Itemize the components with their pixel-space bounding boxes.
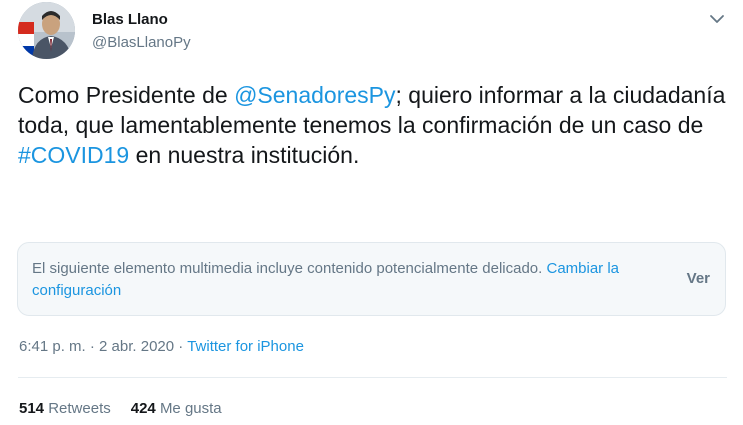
tweet-text: Como Presidente de @SenadoresPy; quiero … <box>18 80 733 170</box>
tweet-time[interactable]: 6:41 p. m. <box>19 338 86 355</box>
avatar[interactable] <box>18 2 75 59</box>
likes-count: 424 <box>130 400 156 417</box>
author-handle[interactable]: @BlasLlanoPy <box>92 34 191 51</box>
tweet-header: Blas Llano @BlasLlanoPy <box>18 2 738 60</box>
sensitive-media-notice: El siguiente elemento multimedia incluye… <box>17 242 726 316</box>
hashtag-link[interactable]: #COVID19 <box>18 142 129 168</box>
sensitive-notice-text: El siguiente elemento multimedia incluye… <box>32 258 632 302</box>
meta-separator: · <box>178 338 184 355</box>
likes-stat[interactable]: 424 Me gusta <box>131 400 222 417</box>
tweet-text-part: en nuestra institución. <box>129 142 360 168</box>
chevron-down-icon[interactable] <box>706 8 728 30</box>
divider <box>18 377 727 378</box>
tweet-text-part: Como Presidente de <box>18 82 235 108</box>
retweets-stat[interactable]: 514 Retweets <box>19 400 111 417</box>
tweet-stats: 514 Retweets 424 Me gusta <box>19 400 222 417</box>
retweets-count: 514 <box>19 400 45 417</box>
tweet-date[interactable]: 2 abr. 2020 <box>99 338 174 355</box>
mention-link[interactable]: @SenadoresPy <box>234 82 395 108</box>
tweet-metadata: 6:41 p. m. · 2 abr. 2020 · Twitter for i… <box>19 338 304 355</box>
sensitive-warning: El siguiente elemento multimedia incluye… <box>32 260 543 277</box>
view-button[interactable]: Ver <box>687 270 710 287</box>
tweet-source-link[interactable]: Twitter for iPhone <box>187 338 304 355</box>
retweets-label: Retweets <box>48 400 111 417</box>
avatar-photo <box>18 2 75 59</box>
meta-separator: · <box>89 338 95 355</box>
author-name[interactable]: Blas Llano <box>92 11 168 28</box>
likes-label: Me gusta <box>159 400 222 417</box>
